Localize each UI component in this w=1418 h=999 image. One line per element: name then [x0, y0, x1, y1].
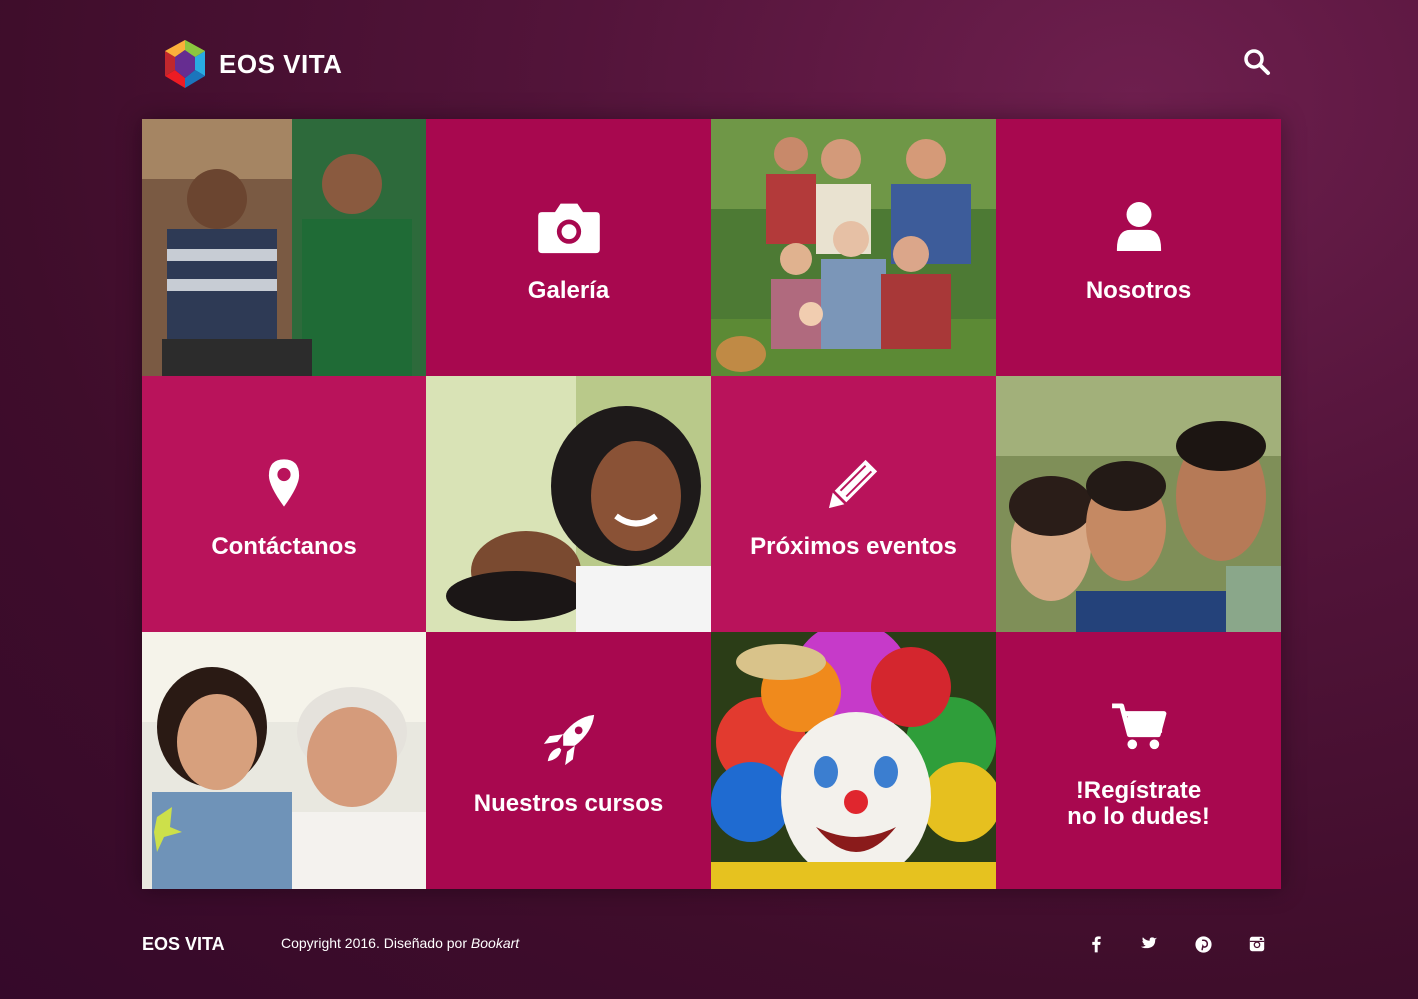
register-tile[interactable]: !Regístrate no lo dudes! — [996, 632, 1281, 889]
facebook-icon — [1092, 936, 1101, 953]
footer-brand: EOS VITA — [142, 934, 225, 954]
instagram-icon — [1249, 936, 1265, 952]
about-us-tile[interactable]: Nosotros — [996, 119, 1281, 376]
register-label: !Regístrate no lo dudes! — [1067, 776, 1210, 830]
tile-grid: Galería Nosotros Contáctanos Próximos ev… — [142, 119, 1281, 889]
search-button[interactable] — [1243, 48, 1271, 76]
courses-label: Nuestros cursos — [473, 789, 664, 817]
logo[interactable]: EOS VITA — [161, 38, 342, 90]
contact-tile[interactable]: Contáctanos — [142, 376, 426, 632]
courses-tile[interactable]: Nuestros cursos — [426, 632, 711, 889]
clown-photo[interactable] — [711, 632, 996, 889]
gallery-label: Galería — [527, 276, 610, 304]
user-icon — [1116, 201, 1161, 251]
family-photo-group[interactable] — [711, 119, 996, 376]
about-us-label: Nosotros — [1085, 276, 1192, 304]
logo-hexagon-icon — [165, 40, 205, 88]
contact-label: Contáctanos — [211, 533, 357, 560]
map-pin-icon — [268, 459, 300, 507]
rocket-icon — [543, 714, 594, 765]
events-tile[interactable]: Próximos eventos — [711, 376, 996, 632]
copyright-text: Copyright 2016. Diseñado por — [281, 935, 471, 951]
designer-link[interactable]: Bookart — [471, 935, 519, 951]
family-photo-father-daughter[interactable] — [142, 632, 426, 889]
pinterest-icon — [1194, 935, 1212, 953]
instagram-link[interactable] — [1247, 934, 1267, 954]
camera-icon — [537, 203, 600, 253]
pinterest-link[interactable] — [1193, 934, 1213, 954]
twitter-icon — [1140, 936, 1158, 948]
search-icon — [1244, 49, 1270, 75]
facebook-link[interactable] — [1086, 934, 1106, 954]
family-photo-parents-child[interactable] — [996, 376, 1281, 632]
twitter-link[interactable] — [1139, 934, 1159, 954]
brand-name: EOS VITA — [219, 48, 343, 79]
register-label-line1: !Regístrate — [1075, 776, 1202, 804]
footer-copyright: Copyright 2016. Diseñado por Bookart — [281, 935, 519, 951]
pencil-icon — [828, 459, 877, 509]
family-photo-mother-son[interactable] — [142, 119, 426, 376]
gallery-tile[interactable]: Galería — [426, 119, 711, 376]
site-header: EOS VITA — [0, 0, 1418, 118]
cart-icon — [1111, 702, 1166, 749]
family-photo-laughing[interactable] — [426, 376, 711, 632]
events-label: Próximos eventos — [750, 533, 957, 560]
register-label-line2: no lo dudes! — [1067, 802, 1210, 830]
